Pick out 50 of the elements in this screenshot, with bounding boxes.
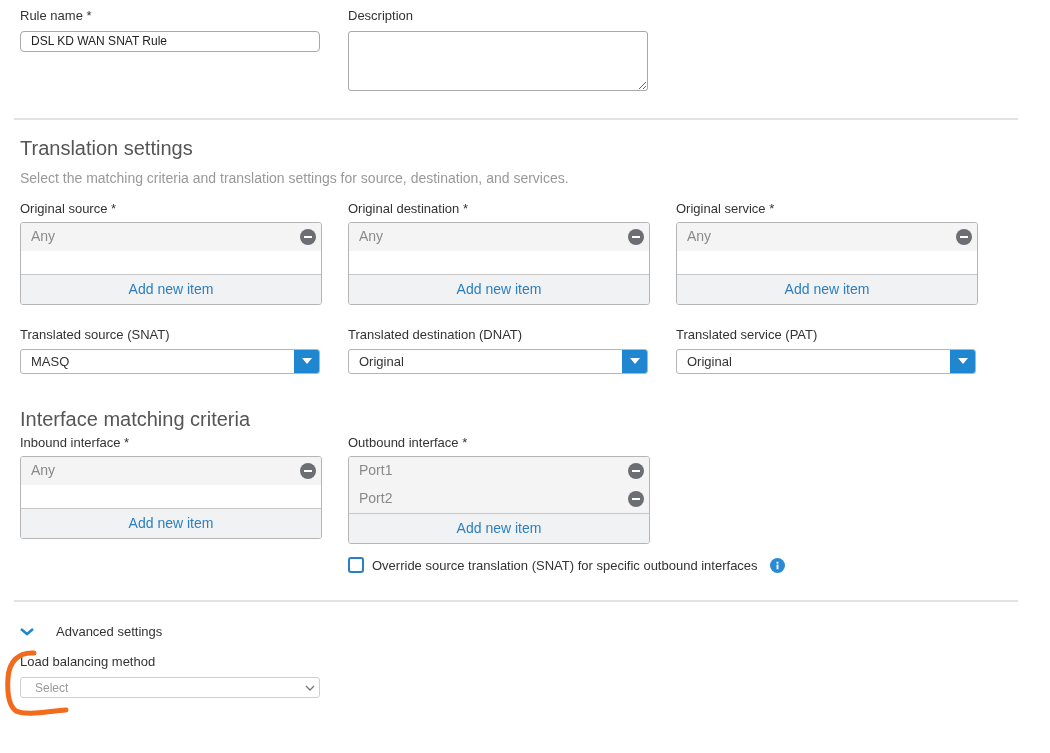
add-item-button[interactable]: Add new item: [21, 507, 321, 538]
section-description: Select the matching criteria and translation settings for source, destination, and services.: [20, 168, 570, 187]
field-label: Original service *: [676, 200, 776, 217]
add-item-button[interactable]: Add new item: [349, 273, 649, 304]
dropdown[interactable]: MASQ: [20, 348, 320, 374]
caret-icon: [305, 684, 315, 691]
remove-icon[interactable]: [628, 228, 644, 245]
caret-icon: [950, 349, 975, 373]
dropdown[interactable]: Original: [676, 348, 976, 374]
chevron-icon[interactable]: [20, 626, 36, 637]
remove-icon[interactable]: [956, 228, 972, 245]
field-label: Description: [348, 7, 415, 25]
remove-icon[interactable]: [628, 462, 644, 479]
advanced-settings-toggle[interactable]: Advanced settings: [56, 622, 163, 642]
field-label: Original destination *: [348, 200, 469, 217]
field-label: Translated destination (DNAT): [348, 326, 524, 343]
list-item: Any: [31, 461, 56, 480]
list-item: Any: [359, 227, 384, 246]
field-label: Original source *: [20, 200, 118, 217]
add-item-button[interactable]: Add new item: [21, 273, 321, 304]
dropdown-placeholder: Select: [35, 679, 69, 697]
caret-icon: [622, 349, 647, 373]
caret-icon: [294, 349, 319, 373]
list-item: Any: [687, 227, 712, 246]
dropdown-value: Original: [358, 352, 405, 371]
checkbox-label: Override source translation (SNAT) for specific outbound interfaces: [372, 556, 758, 575]
section-heading: Interface matching criteria: [20, 406, 252, 431]
description-field[interactable]: [348, 30, 648, 91]
field-label: Translated service (PAT): [676, 326, 819, 343]
field-label: Load balancing method: [20, 652, 157, 671]
field-label: Inbound interface *: [20, 434, 131, 451]
remove-icon[interactable]: [628, 490, 644, 507]
dropdown-value: Original: [686, 352, 733, 371]
field-label: Rule name *: [20, 7, 93, 25]
add-item-button[interactable]: Add new item: [677, 273, 977, 304]
add-item-button[interactable]: Add new item: [349, 512, 649, 543]
rule-name-field[interactable]: DSL KD WAN SNAT Rule: [20, 30, 320, 52]
dropdown-value: MASQ: [30, 352, 71, 371]
dropdown[interactable]: Original: [348, 348, 648, 374]
checkbox[interactable]: [348, 557, 364, 574]
list-item: Any: [31, 227, 56, 246]
section-heading: Translation settings: [20, 135, 194, 160]
info-icon[interactable]: [769, 557, 785, 573]
remove-icon[interactable]: [300, 462, 316, 479]
field-label: Translated source (SNAT): [20, 326, 171, 343]
dropdown[interactable]: Select: [20, 677, 320, 698]
list-item: Port1: [359, 461, 393, 480]
list-item: Port2: [359, 489, 393, 508]
field-label: Outbound interface *: [348, 434, 469, 451]
remove-icon[interactable]: [300, 228, 316, 245]
